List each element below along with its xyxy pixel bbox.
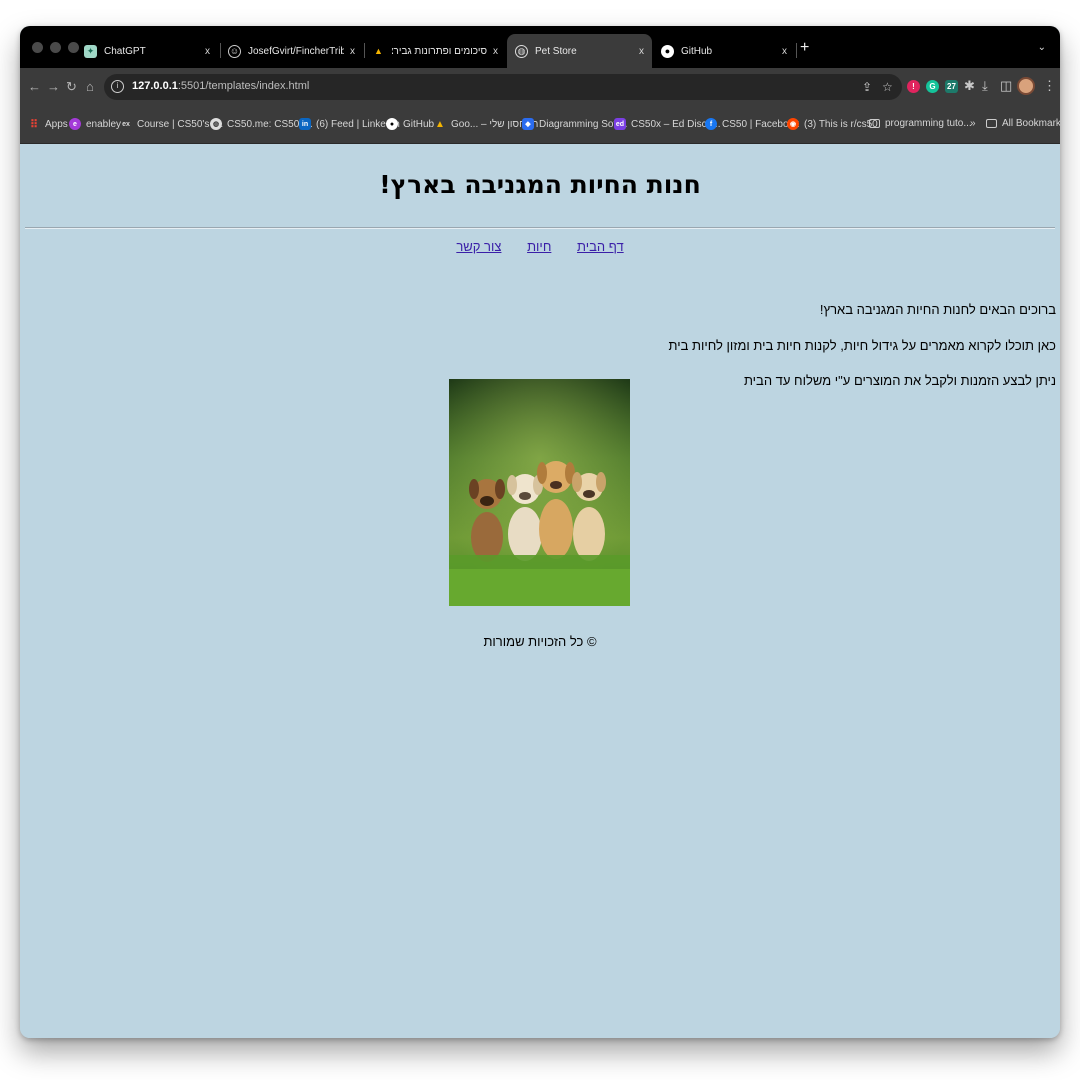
tab-search-button[interactable]: ⌄ [1038,42,1046,53]
facebook-icon: f [705,118,717,130]
bookmark-label: GitHub [403,118,435,130]
nav-link-contact[interactable]: צור קשר [456,239,501,254]
bookmark-label: (3) This is r/cs50 [804,118,878,130]
tab-fincher-tribute[interactable]: ☺ JosefGvirt/FincherTribute x [220,34,363,68]
extension-calendar-icon[interactable]: 27 [945,80,958,93]
bookmark-apps[interactable]: ⠿ Apps [28,118,68,131]
bookmark-cs50-me[interactable]: ◍ CS50.me: CS50x... [210,118,313,130]
reddit-icon: ◉ [787,118,799,130]
tab-title: סיכומים ופתרונות גבירצמן יוסי - [392,45,487,57]
tab-drive-summaries[interactable]: ▲ סיכומים ופתרונות גבירצמן יוסי - x [364,34,506,68]
bookmark-diagramming[interactable]: ◆ Diagramming Soft... [522,118,627,130]
extension-shield-icon[interactable]: ! [907,80,920,93]
web-page: חנות החיות המגניבה בארץ! דף הבית חיות צו… [20,144,1060,1038]
bookmark-label: enabley [86,118,122,130]
ed-icon: ed [614,118,626,130]
bookmark-cs50-facebook[interactable]: f CS50 | Facebook [705,118,799,130]
divider [25,227,1055,229]
window-controls [32,42,79,53]
tab-pet-store[interactable]: ◍ Pet Store x [507,34,652,68]
footer-copyright: © כל הזכויות שמורות [483,634,597,649]
tab-title: GitHub [681,45,713,57]
grammarly-icon[interactable]: G [926,80,939,93]
tab-github[interactable]: ● GitHub x [653,34,795,68]
tab-strip: ✦ ChatGPT x ☺ JosefGvirt/FincherTribute … [20,26,1060,68]
bookmark-star-icon[interactable]: ☆ [882,80,893,94]
tab-chatgpt[interactable]: ✦ ChatGPT x [76,34,218,68]
drawio-icon: ◆ [522,118,534,130]
more-bookmarks-button[interactable]: » [970,118,976,129]
folder-icon [869,119,880,128]
globe-icon: ◍ [210,118,222,130]
linkedin-icon: in [299,118,311,130]
browser-window: ✦ ChatGPT x ☺ JosefGvirt/FincherTribute … [20,26,1060,1038]
chatgpt-icon: ✦ [84,44,97,58]
site-info-icon[interactable]: i [111,80,124,93]
close-window-button[interactable] [32,42,43,53]
nav-link-home[interactable]: דף הבית [577,239,624,254]
globe-icon: ◍ [515,44,528,58]
forward-arrow-icon[interactable]: → [47,79,60,94]
welcome-paragraph: ברוכים הבאים לחנות החיות המגניבה בארץ! [819,302,1056,317]
puppies-image [449,379,630,606]
bookmark-linkedin[interactable]: in (6) Feed | LinkedIn [299,118,400,130]
bookmark-github[interactable]: ● GitHub [386,118,434,130]
address-bar[interactable]: i 127.0.0.1:5501/templates/index.html ⇪ … [104,74,902,100]
tab-title: ChatGPT [104,45,146,57]
tab-close-button[interactable]: x [493,46,498,57]
tab-separator [796,43,797,58]
nav-link-animals[interactable]: חיות [527,239,551,254]
all-bookmarks-folder[interactable]: All Bookmarks [986,118,1060,129]
profile-avatar[interactable] [1017,77,1035,95]
extensions-puzzle-icon[interactable]: ✱ [964,78,975,94]
articles-paragraph: כאן תוכלו לקרוא מאמרים על גידול חיות, לק… [668,338,1056,353]
tab-close-button[interactable]: x [350,46,355,57]
edx-icon: ex [122,120,130,128]
bookmark-label: All Bookmarks [1002,118,1060,129]
download-icon[interactable]: ⤓ [982,78,988,94]
apps-grid-icon: ⠿ [29,118,39,131]
back-arrow-icon[interactable]: ← [28,79,41,94]
bookmark-label: Apps [45,118,68,130]
share-icon[interactable]: ⇪ [862,80,872,94]
folder-icon [986,119,997,128]
google-drive-icon: ▲ [435,118,445,130]
site-nav: דף הבית חיות צור קשר [20,239,1060,254]
reload-icon[interactable]: ↻ [66,79,77,95]
google-drive-icon: ▲ [374,46,383,56]
github-copilot-icon: ☺ [228,44,241,58]
tab-title: Pet Store [535,45,577,57]
tab-title: JosefGvirt/FincherTribute [248,45,344,57]
github-icon: ● [386,118,398,130]
bookmark-reddit-cs50[interactable]: ◉ (3) This is r/cs50 [787,118,878,130]
home-icon[interactable]: ⌂ [86,79,94,94]
bookmark-enabley[interactable]: e enabley [69,118,121,130]
github-icon: ● [661,44,674,58]
url-text[interactable]: 127.0.0.1:5501/templates/index.html [132,80,309,92]
tab-close-button[interactable]: x [205,46,210,57]
new-tab-button[interactable]: + [800,39,809,57]
side-panel-icon[interactable]: ◫ [1000,78,1012,94]
bookmark-programming-tutorials[interactable]: programming tuto... [869,118,972,129]
enabley-icon: e [69,118,81,130]
bookmarks-bar: ⠿ Apps e enabley ex Course | CS50's I...… [20,106,1060,144]
tab-close-button[interactable]: x [639,46,644,57]
page-title: חנות החיות המגניבה בארץ! [379,170,701,199]
bookmark-cs50-course[interactable]: ex Course | CS50's I... [120,118,223,130]
minimize-window-button[interactable] [50,42,61,53]
bookmark-label: programming tuto... [885,118,972,129]
tab-close-button[interactable]: x [782,46,787,57]
browser-toolbar: ← → ↻ ⌂ i 127.0.0.1:5501/templates/index… [20,68,1060,106]
menu-kebab-icon[interactable]: ⋮ [1043,78,1056,94]
delivery-paragraph: ניתן לבצע הזמנות ולקבל את המוצרים ע"י מש… [743,373,1056,388]
